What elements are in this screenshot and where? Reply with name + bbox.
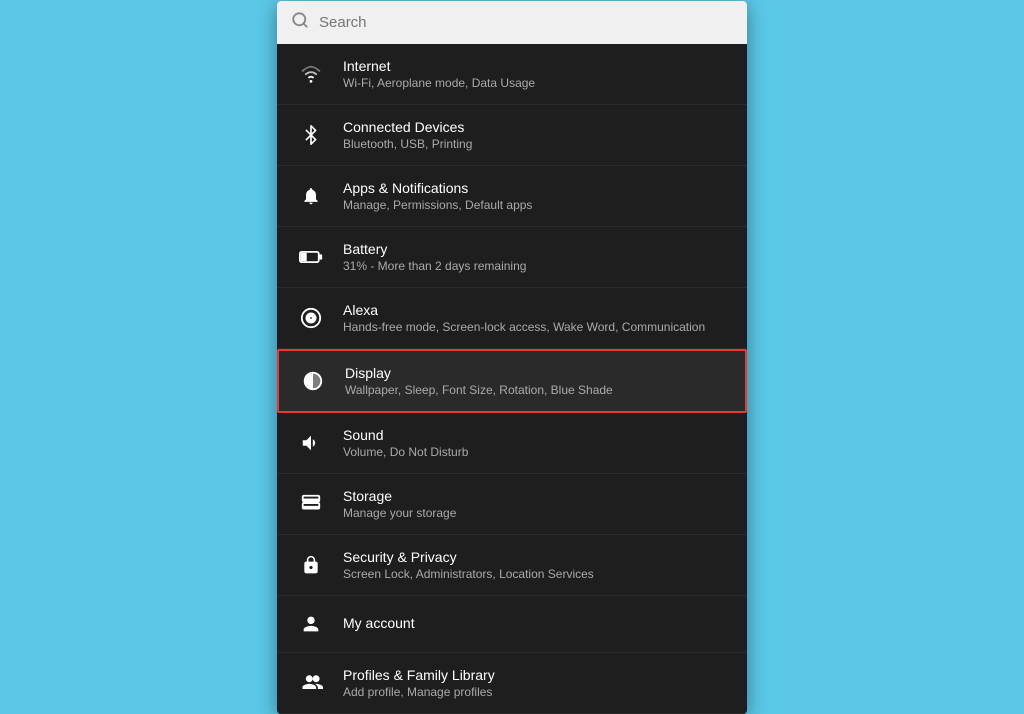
battery-subtitle: 31% - More than 2 days remaining [343, 259, 526, 273]
storage-icon [297, 490, 325, 518]
wifi-icon [297, 60, 325, 88]
lock-icon [297, 551, 325, 579]
apps-notifications-title: Apps & Notifications [343, 180, 532, 196]
connected-devices-title: Connected Devices [343, 119, 472, 135]
battery-icon [297, 243, 325, 271]
menu-item-alexa[interactable]: Alexa Hands-free mode, Screen-lock acces… [277, 288, 747, 349]
search-icon [291, 11, 309, 34]
menu-item-display[interactable]: Display Wallpaper, Sleep, Font Size, Rot… [277, 349, 747, 413]
display-text: Display Wallpaper, Sleep, Font Size, Rot… [345, 365, 613, 397]
storage-text: Storage Manage your storage [343, 488, 456, 520]
display-title: Display [345, 365, 613, 381]
connected-devices-text: Connected Devices Bluetooth, USB, Printi… [343, 119, 472, 151]
apps-notifications-subtitle: Manage, Permissions, Default apps [343, 198, 532, 212]
my-account-title: My account [343, 615, 415, 631]
alexa-subtitle: Hands-free mode, Screen-lock access, Wak… [343, 320, 705, 334]
menu-item-profiles-family[interactable]: Profiles & Family Library Add profile, M… [277, 653, 747, 714]
menu-item-my-account[interactable]: My account [277, 596, 747, 653]
security-privacy-text: Security & Privacy Screen Lock, Administ… [343, 549, 594, 581]
connected-devices-subtitle: Bluetooth, USB, Printing [343, 137, 472, 151]
profiles-family-subtitle: Add profile, Manage profiles [343, 685, 495, 699]
search-bar [277, 1, 747, 44]
menu-item-sound[interactable]: Sound Volume, Do Not Disturb [277, 413, 747, 474]
menu-item-battery[interactable]: Battery 31% - More than 2 days remaining [277, 227, 747, 288]
menu-list: Internet Wi-Fi, Aeroplane mode, Data Usa… [277, 44, 747, 714]
security-privacy-title: Security & Privacy [343, 549, 594, 565]
menu-item-apps-notifications[interactable]: Apps & Notifications Manage, Permissions… [277, 166, 747, 227]
menu-item-internet[interactable]: Internet Wi-Fi, Aeroplane mode, Data Usa… [277, 44, 747, 105]
internet-title: Internet [343, 58, 535, 74]
menu-item-storage[interactable]: Storage Manage your storage [277, 474, 747, 535]
alexa-title: Alexa [343, 302, 705, 318]
menu-item-connected-devices[interactable]: Connected Devices Bluetooth, USB, Printi… [277, 105, 747, 166]
display-subtitle: Wallpaper, Sleep, Font Size, Rotation, B… [345, 383, 613, 397]
alexa-icon [297, 304, 325, 332]
display-icon [299, 367, 327, 395]
profiles-family-text: Profiles & Family Library Add profile, M… [343, 667, 495, 699]
security-privacy-subtitle: Screen Lock, Administrators, Location Se… [343, 567, 594, 581]
person-icon [297, 610, 325, 638]
storage-title: Storage [343, 488, 456, 504]
battery-text: Battery 31% - More than 2 days remaining [343, 241, 526, 273]
sound-icon [297, 429, 325, 457]
bluetooth-icon [297, 121, 325, 149]
battery-title: Battery [343, 241, 526, 257]
search-input[interactable] [319, 14, 733, 31]
settings-panel: Internet Wi-Fi, Aeroplane mode, Data Usa… [277, 1, 747, 714]
menu-item-security-privacy[interactable]: Security & Privacy Screen Lock, Administ… [277, 535, 747, 596]
profiles-family-title: Profiles & Family Library [343, 667, 495, 683]
sound-text: Sound Volume, Do Not Disturb [343, 427, 468, 459]
internet-text: Internet Wi-Fi, Aeroplane mode, Data Usa… [343, 58, 535, 90]
sound-subtitle: Volume, Do Not Disturb [343, 445, 468, 459]
internet-subtitle: Wi-Fi, Aeroplane mode, Data Usage [343, 76, 535, 90]
sound-title: Sound [343, 427, 468, 443]
apps-notifications-text: Apps & Notifications Manage, Permissions… [343, 180, 532, 212]
my-account-text: My account [343, 615, 415, 633]
bell-icon [297, 182, 325, 210]
group-icon [297, 669, 325, 697]
alexa-text: Alexa Hands-free mode, Screen-lock acces… [343, 302, 705, 334]
storage-subtitle: Manage your storage [343, 506, 456, 520]
